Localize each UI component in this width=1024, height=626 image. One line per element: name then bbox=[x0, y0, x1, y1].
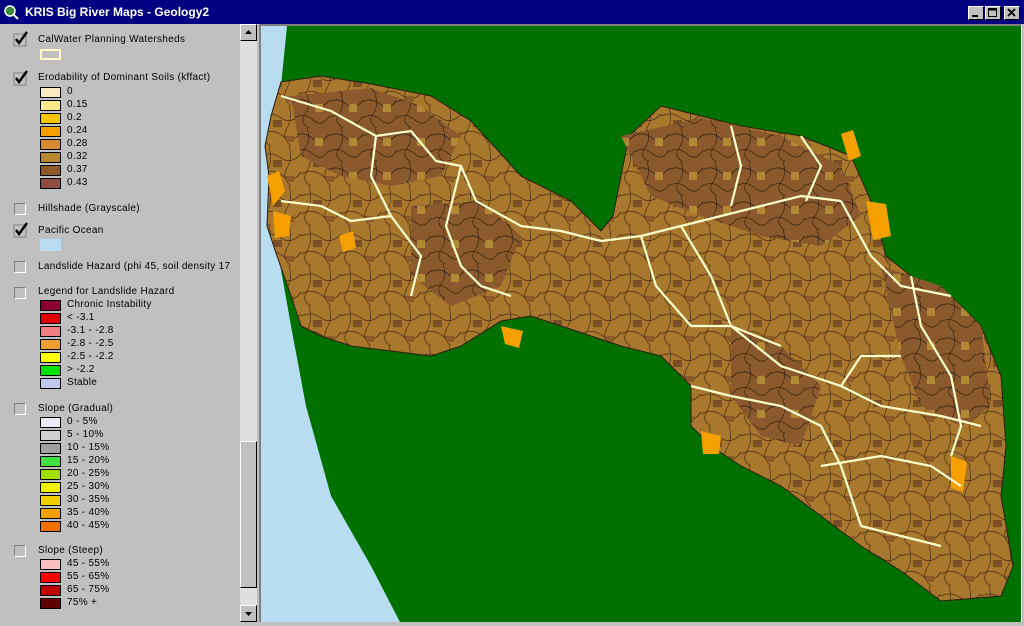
map-app-icon bbox=[4, 5, 19, 20]
title-bar[interactable]: KRIS Big River Maps - Geology2 bbox=[0, 0, 1024, 24]
layer-name: Erodability of Dominant Soils (kffact) bbox=[38, 72, 211, 83]
legend-swatch bbox=[40, 378, 61, 389]
legend-swatch bbox=[40, 443, 61, 454]
legend-swatch bbox=[40, 585, 61, 596]
legend-swatch bbox=[40, 165, 61, 176]
legend-label: > -2.2 bbox=[67, 364, 95, 375]
legend-swatch bbox=[40, 417, 61, 428]
legend-label: 75% + bbox=[67, 597, 98, 608]
legend-label: 0 - 5% bbox=[67, 416, 98, 427]
legend-swatch bbox=[40, 139, 61, 150]
arrow-down-icon bbox=[245, 612, 252, 616]
legend-swatch bbox=[40, 521, 61, 532]
legend-swatch bbox=[40, 508, 61, 519]
legend-swatch bbox=[40, 152, 61, 163]
legend-label: 10 - 15% bbox=[67, 442, 110, 453]
table-of-contents: CalWater Planning Watersheds Erodability… bbox=[0, 24, 240, 622]
legend-swatch bbox=[40, 559, 61, 570]
minimize-button[interactable] bbox=[968, 6, 984, 20]
layer-name: Pacific Ocean bbox=[38, 225, 104, 236]
maximize-button[interactable] bbox=[985, 6, 1001, 20]
legend-swatch bbox=[40, 178, 61, 189]
legend-label: 40 - 45% bbox=[67, 520, 110, 531]
legend-label: 0.2 bbox=[67, 112, 82, 123]
layer-checkbox[interactable] bbox=[14, 403, 26, 415]
scroll-thumb[interactable] bbox=[240, 441, 257, 588]
toc-scrollbar[interactable] bbox=[240, 24, 257, 622]
watershed-map[interactable] bbox=[261, 26, 1022, 622]
legend-label: -3.1 - -2.8 bbox=[67, 325, 114, 336]
legend-swatch bbox=[40, 239, 61, 251]
legend-swatch bbox=[40, 469, 61, 480]
legend-label: 35 - 40% bbox=[67, 507, 110, 518]
legend-swatch bbox=[40, 339, 61, 350]
legend-label: 0.15 bbox=[67, 99, 88, 110]
legend-label: 25 - 30% bbox=[67, 481, 110, 492]
layer-checkbox[interactable] bbox=[14, 287, 26, 299]
legend-swatch bbox=[40, 456, 61, 467]
legend-swatch bbox=[40, 300, 61, 311]
legend-label: 30 - 35% bbox=[67, 494, 110, 505]
legend-label: 65 - 75% bbox=[67, 584, 110, 595]
legend-swatch bbox=[40, 313, 61, 324]
legend-label: 0.28 bbox=[67, 138, 88, 149]
legend-label: 0.43 bbox=[67, 177, 88, 188]
layer-name: Landslide Hazard (phi 45, soil density 1… bbox=[38, 261, 231, 272]
legend-label: Chronic Instability bbox=[67, 299, 152, 310]
legend-label: Stable bbox=[67, 377, 98, 388]
legend-label: 20 - 25% bbox=[67, 468, 110, 479]
checkmark-icon[interactable] bbox=[12, 221, 30, 239]
legend-swatch bbox=[40, 100, 61, 111]
arrow-up-icon bbox=[245, 30, 252, 34]
layer-checkbox[interactable] bbox=[14, 545, 26, 557]
checkmark-icon[interactable] bbox=[12, 30, 30, 48]
checkmark-icon[interactable] bbox=[12, 69, 30, 87]
legend-swatch bbox=[40, 87, 61, 98]
legend-label: 0.32 bbox=[67, 151, 88, 162]
legend-swatch bbox=[40, 113, 61, 124]
legend-label: -2.5 - -2.2 bbox=[67, 351, 114, 362]
legend-label: 0.37 bbox=[67, 164, 88, 175]
legend-label: 45 - 55% bbox=[67, 558, 110, 569]
scroll-down-button[interactable] bbox=[240, 605, 257, 622]
legend-swatch bbox=[40, 365, 61, 376]
map-view[interactable] bbox=[259, 24, 1022, 622]
layer-name: Legend for Landslide Hazard bbox=[38, 286, 175, 297]
soil-patch bbox=[501, 326, 523, 348]
close-button[interactable] bbox=[1004, 6, 1020, 20]
legend-label: 0.24 bbox=[67, 125, 88, 136]
legend-label: 5 - 10% bbox=[67, 429, 104, 440]
legend-label: 55 - 65% bbox=[67, 571, 110, 582]
layer-name: CalWater Planning Watersheds bbox=[38, 34, 186, 45]
layer-checkbox[interactable] bbox=[14, 261, 26, 273]
legend-label: 0 bbox=[67, 86, 73, 97]
scroll-up-button[interactable] bbox=[240, 24, 257, 41]
legend-label: -2.8 - -2.5 bbox=[67, 338, 114, 349]
layer-checkbox[interactable] bbox=[14, 203, 26, 215]
legend-swatch bbox=[40, 430, 61, 441]
layer-name: Slope (Steep) bbox=[38, 545, 104, 556]
legend-swatch bbox=[40, 495, 61, 506]
legend-swatch bbox=[40, 572, 61, 583]
legend-swatch bbox=[40, 482, 61, 493]
status-strip bbox=[0, 622, 1024, 626]
legend-swatch bbox=[40, 49, 61, 60]
legend-swatch bbox=[40, 598, 61, 609]
minimize-icon bbox=[972, 15, 978, 17]
legend-label: 15 - 20% bbox=[67, 455, 110, 466]
legend-swatch bbox=[40, 326, 61, 337]
legend-swatch bbox=[40, 126, 61, 137]
maximize-icon bbox=[988, 8, 997, 17]
legend-swatch bbox=[40, 352, 61, 363]
legend-label: < -3.1 bbox=[67, 312, 95, 323]
window-title: KRIS Big River Maps - Geology2 bbox=[25, 5, 210, 19]
close-icon bbox=[1007, 8, 1016, 17]
layer-name: Hillshade (Grayscale) bbox=[38, 203, 140, 214]
layer-name: Slope (Gradual) bbox=[38, 403, 114, 414]
